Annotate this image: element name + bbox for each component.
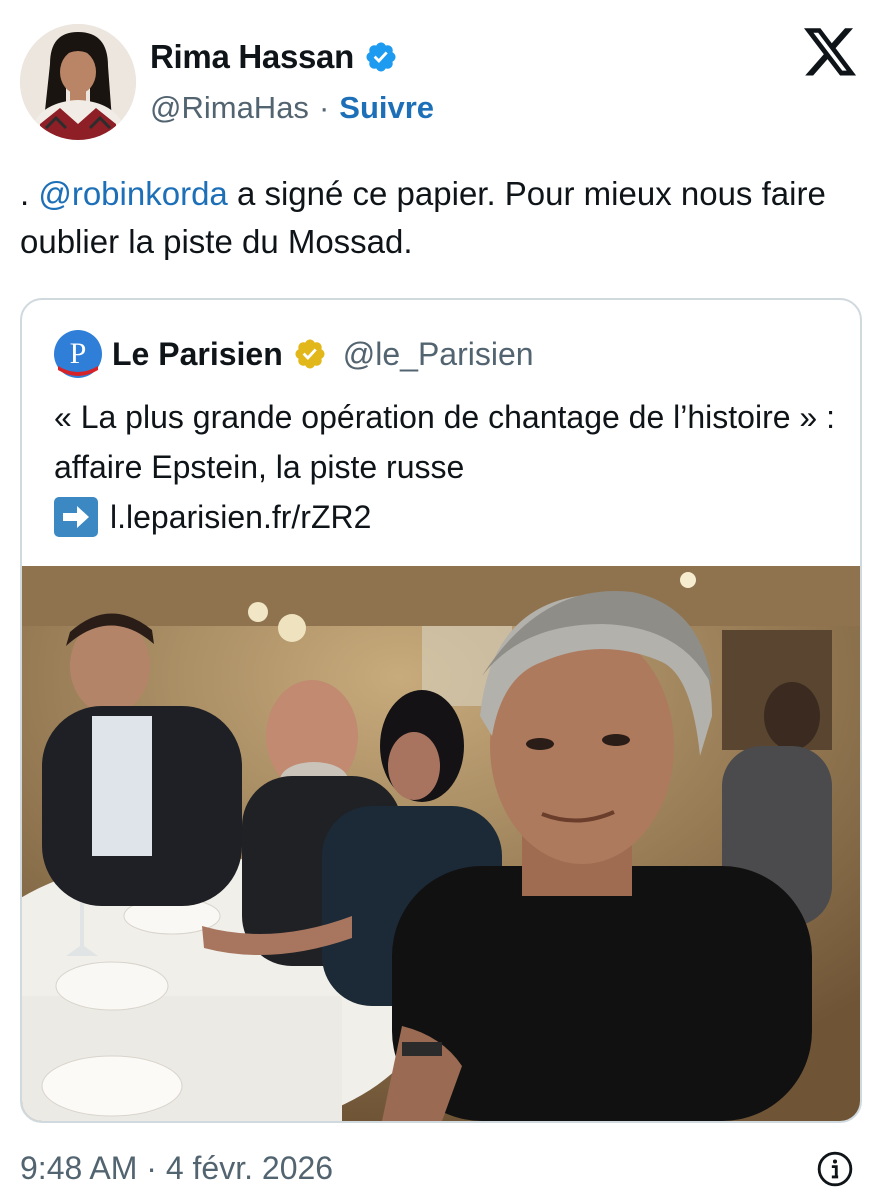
tweet-timestamp[interactable]: 9:48 AM · 4 févr. 2026 — [20, 1150, 333, 1187]
quoted-header: P Le Parisien @le_Parisien — [54, 330, 534, 378]
verified-badge-icon — [366, 42, 396, 72]
quoted-author-name[interactable]: Le Parisien — [112, 336, 283, 373]
quoted-link-row: l.leparisien.fr/rZR2 — [54, 492, 844, 542]
quoted-tweet[interactable]: P Le Parisien @le_Parisien « La plus gra… — [20, 298, 862, 1123]
author-handle[interactable]: @RimaHas — [150, 90, 309, 126]
separator-dot: · — [318, 90, 330, 125]
quoted-text: « La plus grande opération de chantage d… — [54, 399, 835, 485]
tweet-text: . @robinkorda a signé ce papier. Pour mi… — [20, 170, 870, 266]
author-handle-row: @RimaHas · Suivre — [150, 90, 434, 126]
svg-text:P: P — [70, 337, 87, 370]
quoted-text-block: « La plus grande opération de chantage d… — [54, 392, 844, 542]
follow-button[interactable]: Suivre — [339, 90, 434, 126]
quoted-media-image[interactable] — [22, 566, 860, 1121]
right-arrow-emoji-icon — [54, 497, 98, 537]
author-avatar[interactable] — [20, 24, 136, 140]
gold-verified-badge-icon — [295, 339, 325, 369]
author-name[interactable]: Rima Hassan — [150, 38, 354, 76]
tweet-header: Rima Hassan @RimaHas · Suivre — [0, 0, 884, 150]
info-icon[interactable] — [816, 1150, 854, 1188]
author-name-row: Rima Hassan — [150, 38, 398, 76]
quoted-author-handle[interactable]: @le_Parisien — [343, 336, 534, 373]
quoted-link[interactable]: l.leparisien.fr/rZR2 — [110, 492, 371, 542]
tweet-prefix: . — [20, 175, 39, 212]
mention-link[interactable]: @robinkorda — [38, 175, 227, 212]
le-parisien-logo-icon[interactable]: P — [54, 330, 102, 378]
x-logo-icon[interactable] — [804, 28, 858, 78]
tweet-footer: 9:48 AM · 4 févr. 2026 — [20, 1146, 864, 1190]
